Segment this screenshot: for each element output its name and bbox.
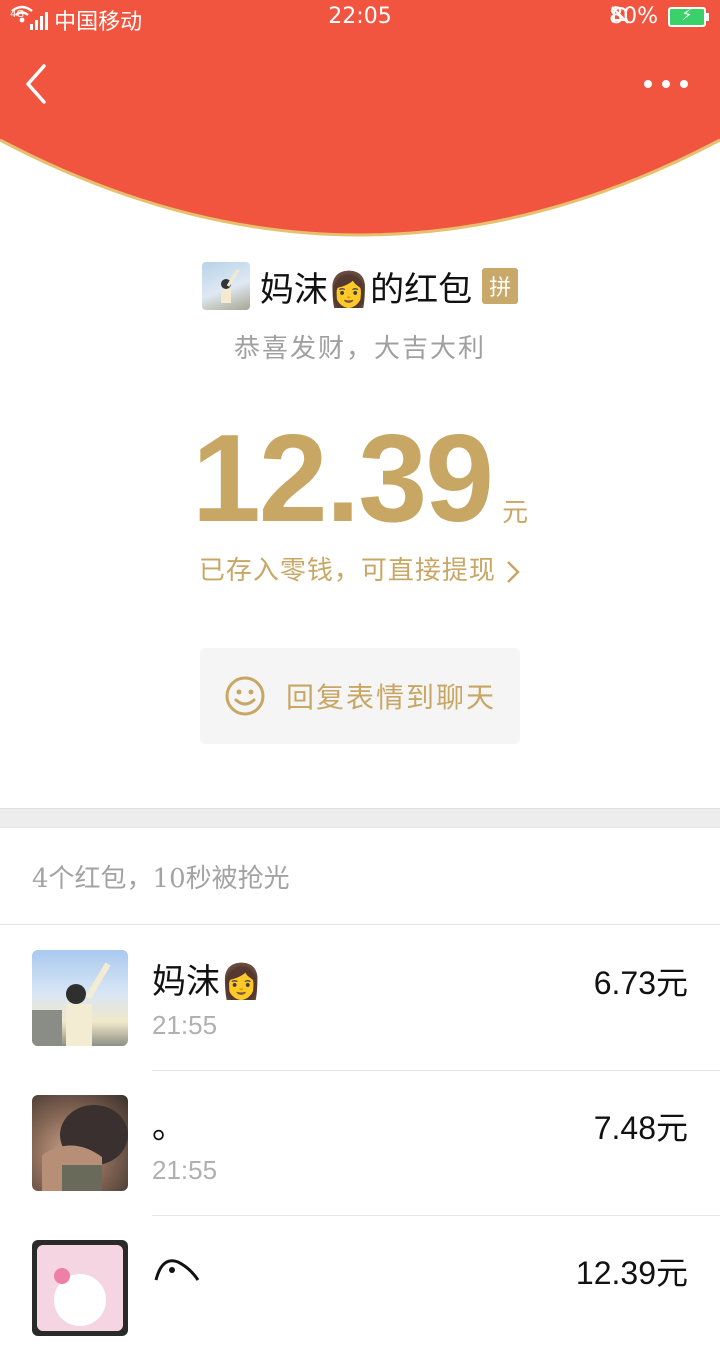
- sender-avatar[interactable]: [201, 262, 250, 310]
- section-divider: [0, 808, 720, 828]
- receiver-amount: 7.48元: [593, 1110, 688, 1146]
- receiver-amount: 12.39元: [575, 1255, 688, 1291]
- receiver-amount: 6.73元: [593, 965, 688, 1001]
- more-button[interactable]: [644, 70, 688, 98]
- chevron-right-icon: [507, 561, 520, 583]
- receiver-avatar[interactable]: [32, 1095, 128, 1191]
- receiver-avatar-image: [32, 962, 111, 1046]
- deposit-link[interactable]: 已存入零钱，可直接提现: [0, 550, 720, 587]
- receiver-time: 21:55: [152, 1010, 218, 1040]
- mute-bell-icon: [611, 6, 629, 24]
- receiver-avatar[interactable]: [32, 1240, 128, 1336]
- amount-value: 12.39: [191, 410, 494, 548]
- receiver-time: 21:55: [152, 1155, 218, 1185]
- deposit-note: 已存入零钱，可直接提现: [198, 556, 496, 586]
- list-item[interactable]: 妈沫👩 21:55 6.73元: [0, 926, 720, 1071]
- summary-divider: [0, 924, 720, 925]
- list-item[interactable]: 。 21:55 7.48元: [0, 1071, 720, 1216]
- receiver-avatar-image: [42, 1105, 128, 1191]
- red-packet-header: 4G 中国移动 22:05 80% ⚡: [0, 0, 720, 240]
- blessing-text: 恭喜发财，大吉大利: [233, 334, 486, 364]
- status-bar: 4G 中国移动 22:05 80% ⚡: [0, 0, 720, 36]
- battery-icon: ⚡: [668, 5, 709, 27]
- receiver-name: 妈沫👩: [152, 962, 263, 1002]
- reply-label: 回复表情到聊天: [285, 681, 496, 714]
- reply-emoji-button[interactable]: 回复表情到聊天: [200, 648, 520, 744]
- sender-info: 妈沫👩的红包 拼: [0, 258, 720, 314]
- smiley-icon: [225, 676, 265, 716]
- more-dots-icon: [644, 80, 652, 88]
- packet-summary: 4个红包，10秒被抢光: [32, 864, 290, 894]
- header-curve-background: [0, 0, 720, 237]
- receiver-name-glyph-icon: [154, 1259, 200, 1281]
- receiver-name: 。: [152, 1107, 186, 1147]
- sender-avatar-image: [220, 269, 240, 303]
- list-item[interactable]: 12.39元: [0, 1216, 720, 1361]
- receiver-avatar-image: [37, 1245, 123, 1331]
- back-arrow-icon: [26, 64, 46, 104]
- amount-unit: 元: [502, 498, 529, 528]
- pin-badge: 拼: [482, 268, 519, 304]
- sender-name: 妈沫👩的红包: [259, 269, 473, 310]
- back-button[interactable]: [22, 62, 56, 106]
- receiver-avatar[interactable]: [32, 950, 128, 1046]
- amount-display: 12.39 元: [0, 408, 720, 550]
